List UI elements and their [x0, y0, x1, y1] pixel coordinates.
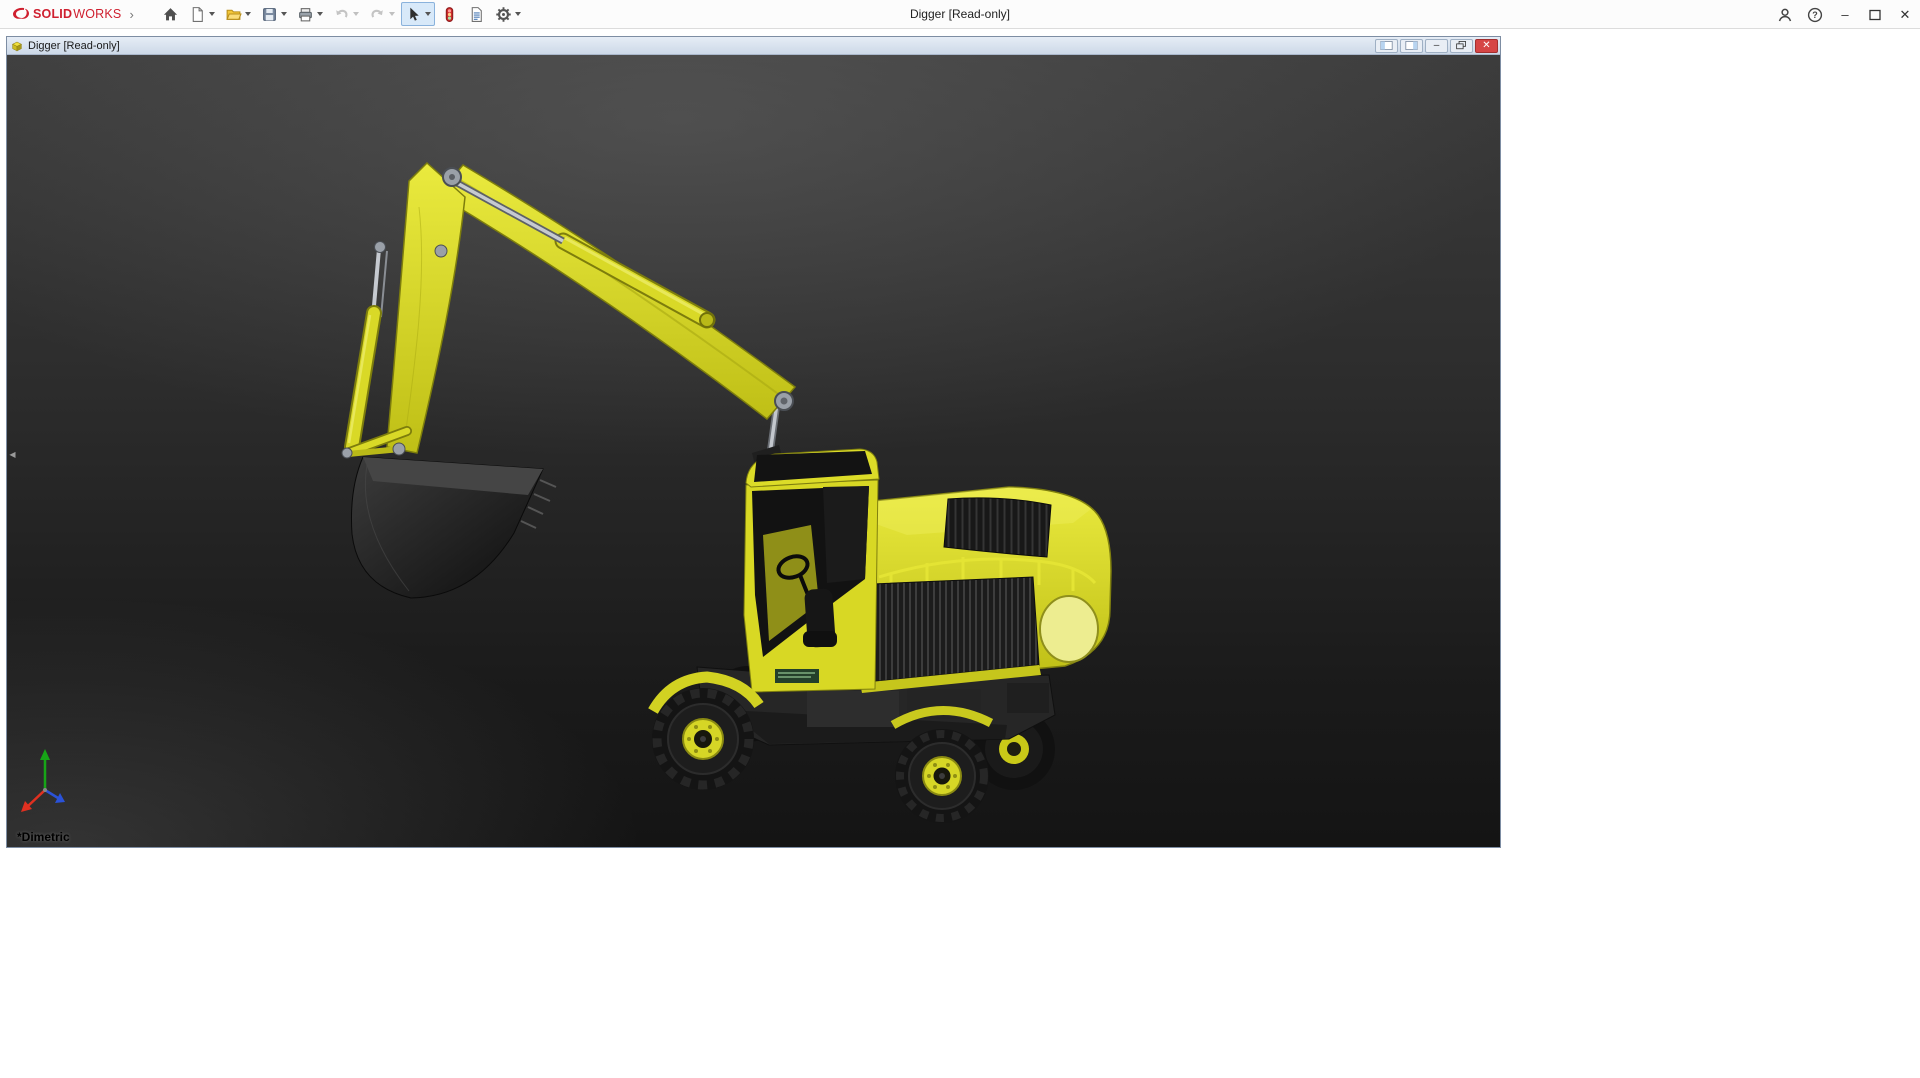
pane-layout-button-2[interactable]	[1400, 39, 1423, 53]
side-window	[1040, 596, 1098, 662]
user-account-icon	[1777, 7, 1793, 23]
solidworks-logo: SOLIDWORKS	[0, 5, 121, 23]
excavator-model[interactable]	[7, 55, 1500, 847]
help-button[interactable]: ?	[1800, 0, 1830, 29]
svg-text:?: ?	[1812, 10, 1818, 20]
select-cursor-icon	[405, 6, 422, 23]
maximize-button[interactable]	[1860, 0, 1890, 29]
cab	[744, 445, 879, 692]
help-icon: ?	[1807, 7, 1823, 23]
redo-icon	[369, 6, 386, 23]
bucket	[351, 457, 556, 598]
window-controls: ? – ✕	[1770, 0, 1920, 29]
stick-arm	[387, 163, 465, 453]
pane-layout-icon	[1380, 40, 1393, 51]
dropdown-caret-icon	[389, 12, 395, 16]
print-icon	[297, 6, 314, 23]
document-close-button[interactable]: ✕	[1475, 39, 1498, 53]
app-titlebar[interactable]: SOLIDWORKS ›	[0, 0, 1920, 29]
grille	[850, 577, 1039, 683]
document-window-controls: – ✕	[1375, 39, 1498, 53]
pane-layout-icon	[1405, 40, 1418, 51]
file-properties-icon	[468, 6, 485, 23]
restore-icon	[1455, 40, 1468, 51]
undo-icon	[333, 6, 350, 23]
pane-layout-button-1[interactable]	[1375, 39, 1398, 53]
file-properties-button[interactable]	[464, 2, 489, 26]
assembly-document-icon	[10, 39, 24, 53]
view-orientation-label: *Dimetric	[17, 830, 70, 844]
rear-left-wheel	[895, 729, 989, 823]
front-left-wheel	[652, 688, 754, 790]
close-button[interactable]: ✕	[1890, 0, 1920, 29]
new-document-button[interactable]	[185, 2, 219, 26]
dropdown-caret-icon	[515, 12, 521, 16]
document-window: Digger [Read-only] –	[6, 36, 1501, 848]
home-button[interactable]	[158, 2, 183, 26]
dassault-systemes-logo-icon	[10, 5, 32, 23]
dropdown-caret-icon	[425, 12, 431, 16]
document-title: Digger [Read-only]	[28, 40, 120, 52]
dropdown-caret-icon	[281, 12, 287, 16]
print-button[interactable]	[293, 2, 327, 26]
orientation-triad	[21, 749, 65, 812]
bucket-cylinder	[349, 249, 387, 447]
hood-vent	[944, 498, 1051, 557]
save-button[interactable]	[257, 2, 291, 26]
brand-text-solid: SOLID	[33, 7, 72, 21]
cab-sticker	[775, 669, 819, 683]
panel-flyout-arrow[interactable]: ◀	[7, 443, 18, 465]
dropdown-caret-icon	[245, 12, 251, 16]
quick-access-toolbar	[158, 2, 525, 26]
document-titlebar[interactable]: Digger [Read-only] –	[7, 37, 1500, 55]
minimize-button[interactable]: –	[1830, 0, 1860, 29]
save-icon	[261, 6, 278, 23]
open-button[interactable]	[221, 2, 255, 26]
options-button[interactable]	[491, 2, 525, 26]
stick-cylinder	[457, 183, 707, 320]
graphics-viewport[interactable]: *Dimetric ◀	[7, 55, 1500, 847]
select-button[interactable]	[401, 2, 435, 26]
account-button[interactable]	[1770, 0, 1800, 29]
open-folder-icon	[225, 6, 242, 23]
home-icon	[162, 6, 179, 23]
engine-housing	[850, 487, 1111, 693]
rebuild-button[interactable]	[437, 2, 462, 26]
redo-button[interactable]	[365, 2, 399, 26]
dropdown-caret-icon	[317, 12, 323, 16]
document-restore-button[interactable]	[1450, 39, 1473, 53]
brand-text-works: WORKS	[73, 7, 121, 21]
rebuild-traffic-light-icon	[441, 6, 458, 23]
maximize-icon	[1867, 7, 1883, 23]
dropdown-caret-icon	[353, 12, 359, 16]
new-document-icon	[189, 6, 206, 23]
solidworks-app: SOLIDWORKS ›	[0, 0, 1920, 1078]
mdi-client-area: Digger [Read-only] –	[0, 29, 1920, 1078]
document-minimize-button[interactable]: –	[1425, 39, 1448, 53]
undo-button[interactable]	[329, 2, 363, 26]
dropdown-caret-icon	[209, 12, 215, 16]
menu-expand-arrow[interactable]: ›	[129, 7, 133, 22]
options-gear-icon	[495, 6, 512, 23]
